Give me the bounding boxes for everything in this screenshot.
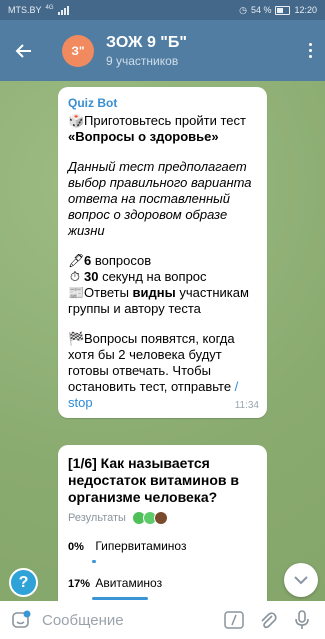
message-input[interactable]: Сообщение	[42, 612, 213, 629]
command-slash-icon[interactable]	[221, 607, 247, 633]
message-text: вопрос о здоровом образе	[68, 207, 228, 222]
poll-question-line: недостаток витаминов в	[68, 472, 239, 488]
newspaper-icon: 📰	[68, 285, 85, 300]
carrier-name: MTS.BY	[8, 5, 42, 15]
message-text: хотя бы 2 человека будут	[68, 347, 222, 362]
message-input-bar: Сообщение	[0, 601, 325, 639]
poll-question: [1/6] Как называется недостаток витамино…	[68, 455, 257, 506]
menu-dots-icon[interactable]	[295, 43, 325, 58]
message-text: остановить тест, отправьте	[68, 379, 235, 394]
message-text: Приготовьтесь пройти тест	[84, 113, 246, 128]
microphone-icon[interactable]	[289, 607, 315, 633]
option-result-bar	[92, 560, 96, 563]
chat-title-block[interactable]: ЗОЖ 9 "Б" 9 участников	[106, 34, 295, 68]
pen-icon: 🖊	[68, 253, 85, 268]
message-text: группы и автору теста	[68, 301, 201, 316]
option-percent: 0%	[68, 541, 84, 553]
results-row[interactable]: Результаты	[68, 510, 257, 526]
member-count: 9 участников	[106, 53, 179, 68]
battery-icon	[275, 5, 291, 15]
message-time: 11:34	[234, 400, 259, 411]
poll-option[interactable]: 0% Гипервитаминоз	[68, 538, 257, 563]
results-label: Результаты	[68, 512, 126, 524]
option-label: Гипервитаминоз	[95, 539, 187, 553]
status-bar: MTS.BY 4G ◷ 54 % 12:20	[0, 0, 325, 20]
option-result-bar	[92, 597, 148, 600]
message-text: выбор правильного варианта	[68, 175, 252, 190]
stop-command-link[interactable]: /	[235, 379, 239, 394]
chat-title: ЗОЖ 9 "Б"	[106, 33, 187, 51]
battery-percent: 54 %	[250, 5, 272, 15]
network-type: 4G	[45, 4, 54, 11]
message-text: ответа на поставленный	[68, 191, 230, 206]
message-text: вопросов	[91, 253, 152, 268]
poll-question-line: [1/6] Как называется	[68, 455, 210, 471]
group-avatar[interactable]: З"	[62, 34, 94, 67]
message-text: Вопросы появятся, когда	[84, 331, 235, 346]
dice-icon: 🎲	[68, 113, 85, 128]
checkered-flag-icon: 🏁	[68, 331, 85, 346]
chat-header: З" ЗОЖ 9 "Б" 9 участников	[0, 20, 325, 81]
chat-area[interactable]: Quiz Bot 🎲Приготовьтесь пройти тест «Воп…	[0, 81, 325, 601]
signal-icon	[57, 5, 69, 15]
stop-command-link[interactable]: stop	[68, 395, 257, 411]
scroll-down-button[interactable]	[284, 563, 318, 597]
sticker-emoji-icon[interactable]	[10, 609, 32, 631]
stopwatch-icon: ⏱	[69, 269, 81, 284]
chevron-down-icon	[294, 576, 308, 585]
seconds-count: 30	[84, 269, 99, 284]
voter-avatars	[131, 511, 168, 525]
quiz-poll: [1/6] Как называется недостаток витамино…	[58, 445, 267, 601]
message-text: участникам	[175, 285, 249, 300]
message-text: Данный тест предполагает	[68, 159, 247, 174]
option-label: Авитаминоз	[95, 576, 163, 590]
poll-option[interactable]: 17% Авитаминоз	[68, 575, 257, 600]
bot-message: Quiz Bot 🎲Приготовьтесь пройти тест «Воп…	[58, 87, 267, 418]
message-text: секунд на вопрос	[98, 269, 207, 284]
back-arrow-icon	[15, 43, 31, 58]
back-button[interactable]	[0, 20, 48, 81]
alarm-icon: ◷	[239, 4, 247, 15]
help-button[interactable]: ?	[9, 568, 38, 597]
visibility-word: видны	[132, 285, 176, 300]
message-text: жизни	[68, 223, 105, 238]
message-sender[interactable]: Quiz Bot	[68, 95, 257, 111]
option-percent: 17%	[68, 578, 91, 590]
test-title: «Вопросы о здоровье»	[68, 129, 219, 144]
clock: 12:20	[294, 5, 317, 15]
attach-paperclip-icon[interactable]	[255, 607, 281, 633]
poll-question-line: организме человека?	[68, 489, 218, 505]
message-text: Ответы	[84, 285, 133, 300]
message-text: готовы отвечать. Чтобы	[68, 363, 211, 378]
